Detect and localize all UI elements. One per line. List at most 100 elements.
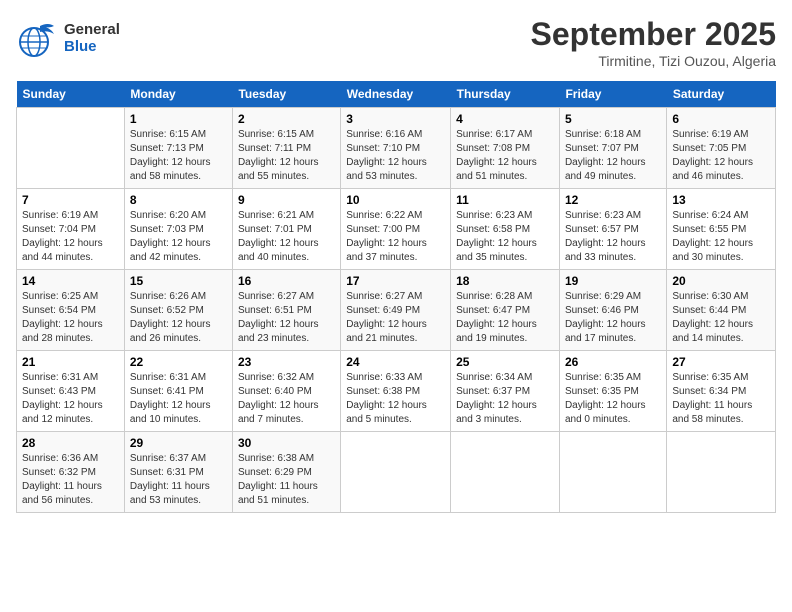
day-info: Sunrise: 6:29 AMSunset: 6:46 PMDaylight:… xyxy=(565,290,661,346)
week-row-5: 28 Sunrise: 6:36 AMSunset: 6:32 PMDayligh… xyxy=(17,432,776,513)
day-info: Sunrise: 6:23 AMSunset: 6:57 PMDaylight:… xyxy=(565,209,661,265)
day-number: 1 xyxy=(130,112,227,126)
col-header-friday: Friday xyxy=(559,81,666,108)
day-info: Sunrise: 6:23 AMSunset: 6:58 PMDaylight:… xyxy=(456,209,554,265)
day-cell: 25 Sunrise: 6:34 AMSunset: 6:37 PMDayligh… xyxy=(451,351,560,432)
day-info: Sunrise: 6:24 AMSunset: 6:55 PMDaylight:… xyxy=(672,209,770,265)
day-number: 28 xyxy=(22,436,119,450)
day-number: 17 xyxy=(346,274,445,288)
day-cell: 21 Sunrise: 6:31 AMSunset: 6:43 PMDayligh… xyxy=(17,351,125,432)
logo: General Blue xyxy=(16,16,120,60)
month-title: September 2025 xyxy=(531,16,776,53)
header-row: SundayMondayTuesdayWednesdayThursdayFrid… xyxy=(17,81,776,108)
day-cell: 11 Sunrise: 6:23 AMSunset: 6:58 PMDayligh… xyxy=(451,189,560,270)
col-header-thursday: Thursday xyxy=(451,81,560,108)
day-number: 5 xyxy=(565,112,661,126)
day-number: 2 xyxy=(238,112,335,126)
day-info: Sunrise: 6:33 AMSunset: 6:38 PMDaylight:… xyxy=(346,371,445,427)
day-cell: 9Sunrise: 6:21 AMSunset: 7:01 PMDaylight… xyxy=(232,189,340,270)
day-number: 15 xyxy=(130,274,227,288)
day-number: 26 xyxy=(565,355,661,369)
day-cell: 17 Sunrise: 6:27 AMSunset: 6:49 PMDayligh… xyxy=(341,270,451,351)
day-number: 22 xyxy=(130,355,227,369)
day-cell: 24 Sunrise: 6:33 AMSunset: 6:38 PMDayligh… xyxy=(341,351,451,432)
day-number: 13 xyxy=(672,193,770,207)
day-cell: 1 Sunrise: 6:15 AMSunset: 7:13 PMDaylight… xyxy=(124,108,232,189)
day-cell: 23 Sunrise: 6:32 AMSunset: 6:40 PMDayligh… xyxy=(232,351,340,432)
day-info: Sunrise: 6:38 AMSunset: 6:29 PMDaylight:… xyxy=(238,452,335,508)
day-number: 11 xyxy=(456,193,554,207)
day-info: Sunrise: 6:15 AMSunset: 7:13 PMDaylight:… xyxy=(130,128,227,184)
day-number: 18 xyxy=(456,274,554,288)
day-number: 24 xyxy=(346,355,445,369)
day-cell xyxy=(451,432,560,513)
day-info: Sunrise: 6:26 AMSunset: 6:52 PMDaylight:… xyxy=(130,290,227,346)
day-number: 6 xyxy=(672,112,770,126)
day-info: Sunrise: 6:31 AMSunset: 6:43 PMDaylight:… xyxy=(22,371,119,427)
location: Tirmitine, Tizi Ouzou, Algeria xyxy=(531,53,776,69)
day-info: Sunrise: 6:34 AMSunset: 6:37 PMDaylight:… xyxy=(456,371,554,427)
day-cell: 10 Sunrise: 6:22 AMSunset: 7:00 PMDayligh… xyxy=(341,189,451,270)
day-info: Sunrise: 6:27 AMSunset: 6:51 PMDaylight:… xyxy=(238,290,335,346)
day-info: Sunrise: 6:18 AMSunset: 7:07 PMDaylight:… xyxy=(565,128,661,184)
day-info: Sunrise: 6:15 AMSunset: 7:11 PMDaylight:… xyxy=(238,128,335,184)
day-number: 25 xyxy=(456,355,554,369)
day-cell: 5 Sunrise: 6:18 AMSunset: 7:07 PMDaylight… xyxy=(559,108,666,189)
day-cell: 29 Sunrise: 6:37 AMSunset: 6:31 PMDayligh… xyxy=(124,432,232,513)
col-header-tuesday: Tuesday xyxy=(232,81,340,108)
day-cell: 19 Sunrise: 6:29 AMSunset: 6:46 PMDayligh… xyxy=(559,270,666,351)
page-header: General Blue September 2025 Tirmitine, T… xyxy=(16,16,776,69)
day-info: Sunrise: 6:16 AMSunset: 7:10 PMDaylight:… xyxy=(346,128,445,184)
day-info: Sunrise: 6:21 AMSunset: 7:01 PMDaylight:… xyxy=(238,209,335,265)
day-cell xyxy=(17,108,125,189)
day-cell xyxy=(667,432,776,513)
day-cell: 8Sunrise: 6:20 AMSunset: 7:03 PMDaylight… xyxy=(124,189,232,270)
title-block: September 2025 Tirmitine, Tizi Ouzou, Al… xyxy=(531,16,776,69)
day-number: 29 xyxy=(130,436,227,450)
day-number: 12 xyxy=(565,193,661,207)
day-number: 30 xyxy=(238,436,335,450)
day-cell: 22 Sunrise: 6:31 AMSunset: 6:41 PMDayligh… xyxy=(124,351,232,432)
day-cell: 27Sunrise: 6:35 AMSunset: 6:34 PMDayligh… xyxy=(667,351,776,432)
day-number: 8 xyxy=(130,193,227,207)
day-cell: 18 Sunrise: 6:28 AMSunset: 6:47 PMDayligh… xyxy=(451,270,560,351)
day-info: Sunrise: 6:22 AMSunset: 7:00 PMDaylight:… xyxy=(346,209,445,265)
week-row-4: 21 Sunrise: 6:31 AMSunset: 6:43 PMDayligh… xyxy=(17,351,776,432)
day-number: 21 xyxy=(22,355,119,369)
day-info: Sunrise: 6:28 AMSunset: 6:47 PMDaylight:… xyxy=(456,290,554,346)
day-cell: 2 Sunrise: 6:15 AMSunset: 7:11 PMDaylight… xyxy=(232,108,340,189)
col-header-monday: Monday xyxy=(124,81,232,108)
calendar-table: SundayMondayTuesdayWednesdayThursdayFrid… xyxy=(16,81,776,513)
day-info: Sunrise: 6:25 AMSunset: 6:54 PMDaylight:… xyxy=(22,290,119,346)
day-info: Sunrise: 6:37 AMSunset: 6:31 PMDaylight:… xyxy=(130,452,227,508)
col-header-saturday: Saturday xyxy=(667,81,776,108)
day-number: 19 xyxy=(565,274,661,288)
day-number: 14 xyxy=(22,274,119,288)
logo-text: General Blue xyxy=(64,21,120,55)
day-info: Sunrise: 6:30 AMSunset: 6:44 PMDaylight:… xyxy=(672,290,770,346)
day-cell: 16 Sunrise: 6:27 AMSunset: 6:51 PMDayligh… xyxy=(232,270,340,351)
week-row-1: 1 Sunrise: 6:15 AMSunset: 7:13 PMDaylight… xyxy=(17,108,776,189)
week-row-2: 7 Sunrise: 6:19 AMSunset: 7:04 PMDaylight… xyxy=(17,189,776,270)
day-cell: 30 Sunrise: 6:38 AMSunset: 6:29 PMDayligh… xyxy=(232,432,340,513)
day-cell: 13 Sunrise: 6:24 AMSunset: 6:55 PMDayligh… xyxy=(667,189,776,270)
day-number: 10 xyxy=(346,193,445,207)
day-cell: 4 Sunrise: 6:17 AMSunset: 7:08 PMDaylight… xyxy=(451,108,560,189)
day-number: 7 xyxy=(22,193,119,207)
day-info: Sunrise: 6:31 AMSunset: 6:41 PMDaylight:… xyxy=(130,371,227,427)
day-info: Sunrise: 6:32 AMSunset: 6:40 PMDaylight:… xyxy=(238,371,335,427)
day-number: 23 xyxy=(238,355,335,369)
day-number: 4 xyxy=(456,112,554,126)
logo-icon xyxy=(16,16,60,60)
col-header-wednesday: Wednesday xyxy=(341,81,451,108)
day-cell: 3Sunrise: 6:16 AMSunset: 7:10 PMDaylight… xyxy=(341,108,451,189)
day-info: Sunrise: 6:17 AMSunset: 7:08 PMDaylight:… xyxy=(456,128,554,184)
day-cell: 26Sunrise: 6:35 AMSunset: 6:35 PMDayligh… xyxy=(559,351,666,432)
day-info: Sunrise: 6:35 AMSunset: 6:34 PMDaylight:… xyxy=(672,371,770,427)
day-cell xyxy=(341,432,451,513)
day-info: Sunrise: 6:36 AMSunset: 6:32 PMDaylight:… xyxy=(22,452,119,508)
day-info: Sunrise: 6:27 AMSunset: 6:49 PMDaylight:… xyxy=(346,290,445,346)
day-info: Sunrise: 6:19 AMSunset: 7:04 PMDaylight:… xyxy=(22,209,119,265)
day-cell: 28 Sunrise: 6:36 AMSunset: 6:32 PMDayligh… xyxy=(17,432,125,513)
day-number: 16 xyxy=(238,274,335,288)
